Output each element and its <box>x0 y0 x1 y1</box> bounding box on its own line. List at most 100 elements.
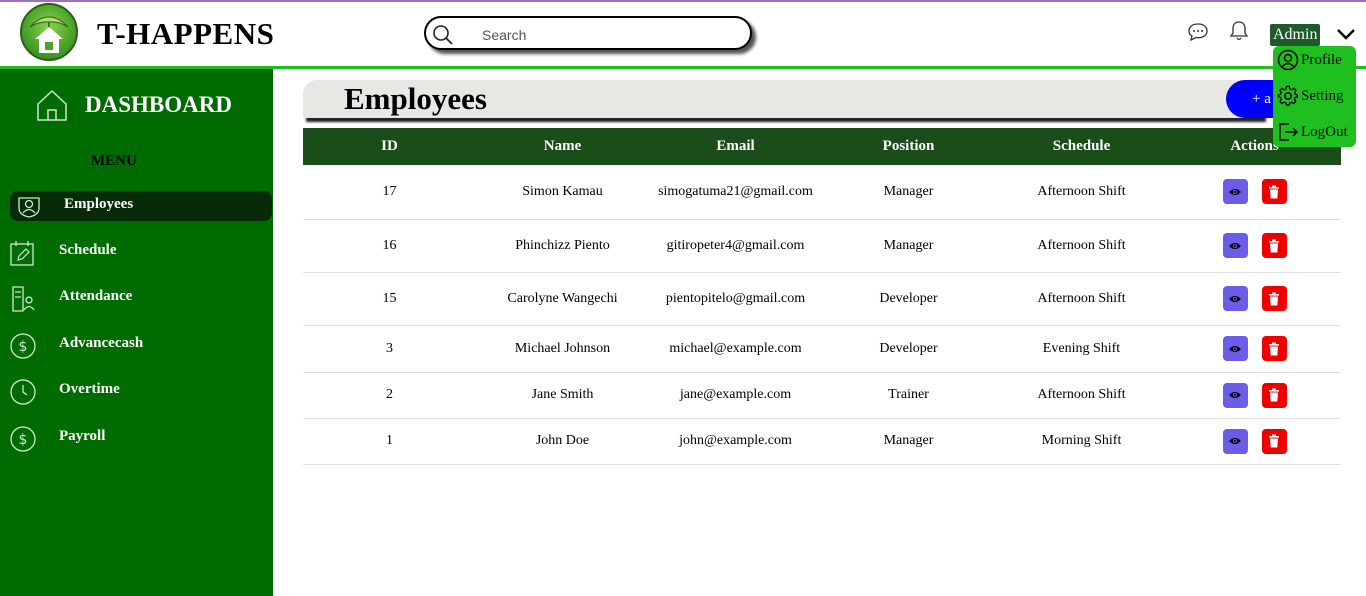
search-bar[interactable] <box>424 16 752 50</box>
menu-item-profile[interactable]: Profile <box>1277 48 1342 72</box>
eye-icon <box>1228 294 1242 304</box>
menu-item-label: Setting <box>1301 87 1344 104</box>
user-dropdown-menu: Profile Setting LogOut <box>1273 46 1356 147</box>
sidebar-item-label: Advancecash <box>59 335 144 351</box>
dollar-icon: $ <box>10 333 36 359</box>
trash-icon <box>1268 342 1280 356</box>
delete-button[interactable] <box>1261 428 1287 454</box>
cell-schedule: Afternoon Shift <box>995 372 1168 419</box>
column-header-position[interactable]: Position <box>822 128 995 165</box>
delete-button[interactable] <box>1261 336 1287 361</box>
cell-id: 3 <box>303 325 476 373</box>
menu-heading: MENU <box>91 153 137 169</box>
table-row[interactable]: 1 John Doe john@example.com Manager Morning … <box>303 418 1341 465</box>
sidebar-item-payroll[interactable]: $ Payroll <box>0 423 273 453</box>
cell-position: Developer <box>822 325 995 373</box>
gear-icon <box>1277 85 1299 106</box>
cell-position: Trainer <box>822 372 995 419</box>
calendar-edit-icon <box>10 241 34 266</box>
view-button[interactable] <box>1222 382 1248 408</box>
page-title-bar: Employees <box>303 80 1263 118</box>
sidebar-item-overtime[interactable]: Overtime <box>0 376 273 406</box>
cell-actions <box>1168 272 1341 326</box>
active-indicator <box>10 191 272 221</box>
cell-name: Simon Kamau <box>476 165 649 220</box>
cell-position: Manager <box>822 418 995 465</box>
cell-id: 16 <box>303 219 476 273</box>
view-button[interactable] <box>1222 286 1248 311</box>
page-title: Employees <box>344 81 487 116</box>
table-row[interactable]: 2 Jane Smith jane@example.com Trainer Aftern… <box>303 372 1341 419</box>
trash-icon <box>1268 292 1280 306</box>
view-button[interactable] <box>1222 233 1248 258</box>
cell-name: Jane Smith <box>476 372 649 419</box>
top-header: T-HAPPENS Admin <box>0 2 1366 66</box>
cell-name: Phinchizz Piento <box>476 219 649 273</box>
cell-id: 2 <box>303 372 476 419</box>
eye-icon <box>1228 390 1242 400</box>
cell-email: gitiropeter4@gmail.com <box>649 219 822 273</box>
cell-email: simogatuma21@gmail.com <box>649 165 822 220</box>
search-input[interactable] <box>480 23 734 47</box>
table-header-row: ID Name Email Position Schedule Actions <box>303 128 1341 165</box>
menu-item-logout[interactable]: LogOut <box>1277 120 1348 144</box>
view-button[interactable] <box>1222 179 1248 205</box>
cell-name: Michael Johnson <box>476 325 649 373</box>
employee-badge-icon <box>18 197 40 218</box>
table-row[interactable]: 3 Michael Johnson michael@example.com Devel… <box>303 325 1341 373</box>
cell-actions <box>1168 219 1341 273</box>
bell-icon[interactable] <box>1229 20 1249 42</box>
table-row[interactable]: 17 Simon Kamau simogatuma21@gmail.com Manag… <box>303 165 1341 220</box>
trash-icon <box>1268 434 1280 448</box>
logo-icon[interactable] <box>20 3 78 61</box>
cell-actions <box>1168 418 1341 465</box>
eye-icon <box>1228 436 1242 446</box>
cell-actions <box>1168 165 1341 220</box>
menu-item-label: Profile <box>1301 51 1342 68</box>
view-button[interactable] <box>1222 336 1248 361</box>
cell-id: 15 <box>303 272 476 326</box>
column-header-name[interactable]: Name <box>476 128 649 165</box>
sidebar-item-label: Schedule <box>59 242 117 258</box>
cell-schedule: Morning Shift <box>995 418 1168 465</box>
menu-item-label: LogOut <box>1301 123 1348 140</box>
chevron-down-icon[interactable] <box>1336 28 1356 40</box>
user-menu-button[interactable]: Admin <box>1270 24 1321 46</box>
eye-icon <box>1228 241 1242 251</box>
cell-schedule: Afternoon Shift <box>995 165 1168 220</box>
attendance-icon <box>12 286 35 312</box>
sidebar-item-advancecash[interactable]: $ Advancecash <box>0 330 273 360</box>
cell-email: john@example.com <box>649 418 822 465</box>
svg-text:$: $ <box>19 339 28 355</box>
table-row[interactable]: 16 Phinchizz Piento gitiropeter4@gmail.com… <box>303 219 1341 273</box>
sidebar-item-label: Payroll <box>59 428 106 444</box>
cell-name: John Doe <box>476 418 649 465</box>
menu-item-setting[interactable]: Setting <box>1277 84 1344 108</box>
cell-position: Manager <box>822 165 995 220</box>
chat-icon[interactable] <box>1187 22 1209 42</box>
cell-actions <box>1168 372 1341 419</box>
view-button[interactable] <box>1222 428 1248 454</box>
delete-button[interactable] <box>1261 179 1287 205</box>
column-header-schedule[interactable]: Schedule <box>995 128 1168 165</box>
sidebar-item-schedule[interactable]: Schedule <box>0 237 273 267</box>
home-icon <box>37 90 67 121</box>
sidebar-item-label: Attendance <box>59 288 133 304</box>
trash-icon <box>1268 185 1280 199</box>
delete-button[interactable] <box>1261 286 1287 311</box>
eye-icon <box>1228 187 1242 197</box>
column-header-email[interactable]: Email <box>649 128 822 165</box>
sidebar-item-employees[interactable]: Employees <box>0 191 273 221</box>
sidebar-dashboard[interactable]: DASHBOARD <box>35 88 232 122</box>
delete-button[interactable] <box>1261 382 1287 408</box>
column-header-id[interactable]: ID <box>303 128 476 165</box>
sidebar-item-attendance[interactable]: Attendance <box>0 283 273 313</box>
cell-name: Carolyne Wangechi <box>476 272 649 326</box>
employees-table: ID Name Email Position Schedule Actions … <box>303 128 1341 465</box>
logout-icon <box>1279 123 1299 141</box>
cell-position: Manager <box>822 219 995 273</box>
cell-schedule: Afternoon Shift <box>995 272 1168 326</box>
delete-button[interactable] <box>1261 233 1287 258</box>
table-row[interactable]: 15 Carolyne Wangechi pientopitelo@gmail.co… <box>303 272 1341 326</box>
user-circle-icon <box>1277 49 1299 71</box>
